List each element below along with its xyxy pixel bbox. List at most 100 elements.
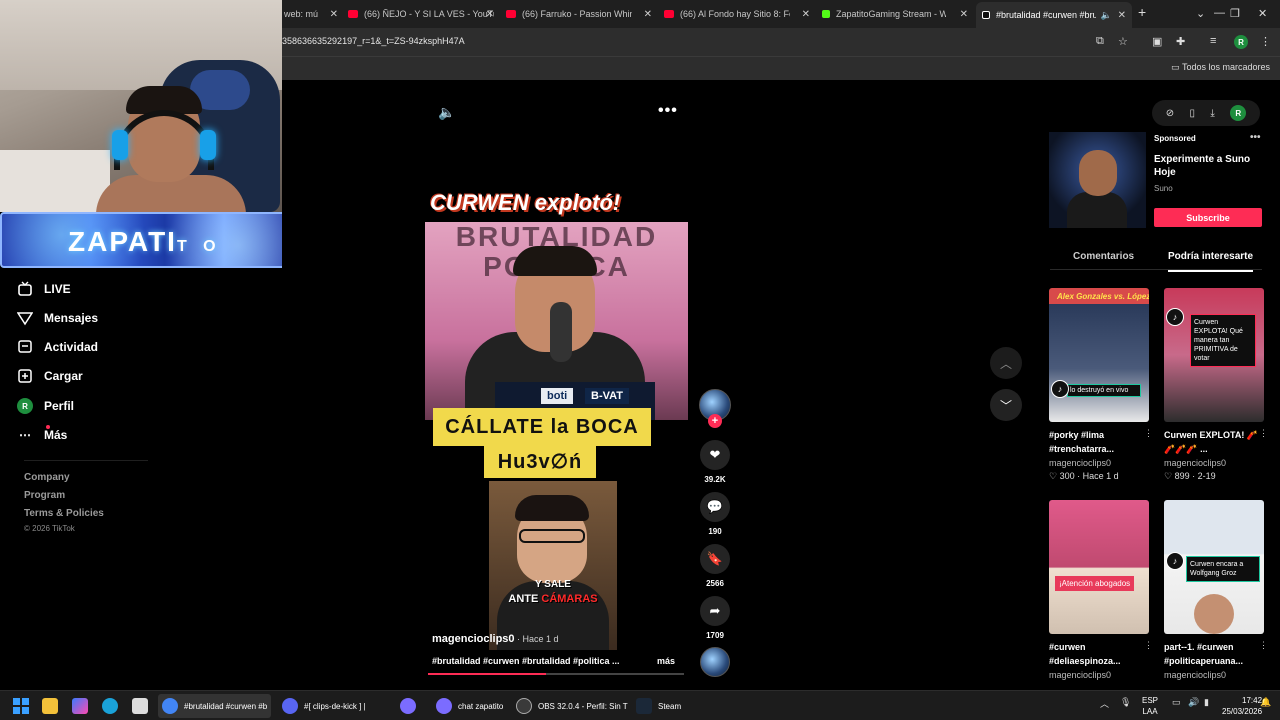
video-options-icon[interactable]: ••• — [658, 102, 678, 120]
sidebar-item-live[interactable]: LIVE — [16, 277, 246, 301]
taskbar-label: OBS 32.0.4 - Perfil: Sin T — [538, 701, 628, 711]
tray-overflow-icon[interactable]: ︿ — [1100, 697, 1109, 710]
close-icon[interactable]: ✕ — [1118, 10, 1126, 21]
notifications-icon[interactable]: 🔔 — [1260, 697, 1271, 708]
previous-video-button[interactable]: ︿ — [990, 347, 1022, 379]
store-icon[interactable] — [132, 697, 154, 715]
ad-thumbnail[interactable] — [1049, 132, 1146, 228]
more-icon: ⋯ — [16, 425, 50, 444]
volume-icon[interactable]: 🔈 — [438, 104, 455, 121]
profile-icon: R — [16, 397, 34, 415]
footer-link-terms[interactable]: Terms & Policies — [24, 508, 104, 519]
extensions-icon[interactable]: ✚ — [1176, 35, 1185, 48]
browser-tab-active[interactable]: #brutalidad #curwen #brut 🔈 ✕ — [976, 2, 1132, 28]
follow-plus-icon[interactable]: + — [708, 414, 722, 428]
network-icon[interactable]: ▭ — [1172, 697, 1181, 708]
share-action[interactable]: ➦ 1709 — [699, 596, 731, 640]
save-action[interactable]: 🔖 2566 — [699, 544, 731, 588]
taskbar-obs[interactable]: OBS 32.0.4 - Perfil: Sin T — [516, 697, 628, 715]
taskbar-steam[interactable]: Steam — [636, 697, 681, 715]
sidebar-item-more[interactable]: ⋯ Más — [16, 423, 246, 447]
menu-icon[interactable]: ⋮ — [1260, 35, 1271, 48]
browser-tab-5[interactable]: ZapatitoGaming Stream - Watc ✕ — [822, 4, 968, 24]
recommended-card[interactable]: Curwen encara a Wolfgang Groz ♪ part--1.… — [1164, 500, 1268, 680]
recommended-card[interactable]: Curwen EXPLOTA! Qué manera tan PRIMITIVA… — [1164, 288, 1268, 482]
glasses-icon — [519, 529, 585, 543]
all-bookmarks[interactable]: ▭ Todos los marcadores — [1171, 62, 1270, 73]
card-options-icon[interactable]: ⋮ — [1144, 428, 1153, 439]
close-icon[interactable]: ✕ — [486, 9, 494, 20]
profile-avatar[interactable]: R — [1230, 105, 1247, 121]
star-icon[interactable]: ☆ — [1118, 35, 1128, 48]
copilot-icon[interactable] — [72, 697, 94, 715]
url-field[interactable]: 358636635292197_r=1&_t=ZS-94zksphH47A — [282, 36, 465, 46]
sidebar-item-activity[interactable]: Actividad — [16, 335, 246, 359]
wallet-icon[interactable]: ▣ — [1152, 35, 1162, 48]
share-icon[interactable]: ➦ — [700, 596, 730, 626]
browser-tab-4[interactable]: (66) Al Fondo hay Sitio 8: Ferna ✕ — [664, 4, 810, 24]
ad-title[interactable]: Experimente a Suno Hoje — [1154, 153, 1254, 179]
window-close-icon[interactable]: ✕ — [1258, 7, 1267, 20]
like-action[interactable]: ❤ 39.2K — [699, 440, 731, 484]
card-options-icon[interactable]: ⋮ — [1259, 640, 1268, 651]
close-icon[interactable]: ✕ — [802, 9, 810, 20]
mic-icon[interactable]: 🎙 — [1120, 697, 1131, 708]
browser-tab-3[interactable]: (66) Farruko - Passion Whine ft. ✕ — [506, 4, 652, 24]
taskbar-chat[interactable]: chat zapatito — [436, 697, 503, 715]
sidebar-item-upload[interactable]: Cargar — [16, 364, 246, 388]
download-icon[interactable]: ⤓ — [1210, 108, 1214, 119]
video-caption[interactable]: #brutalidad #curwen #brutalidad #politic… — [432, 656, 632, 666]
recommended-card[interactable]: Alex Gonzales vs. López lo destruyó en v… — [1049, 288, 1153, 482]
maximize-icon[interactable]: ❐ — [1230, 7, 1240, 20]
taskbar-chrome[interactable]: #brutalidad #curwen #b — [158, 694, 272, 718]
video-progress-bar[interactable] — [428, 673, 684, 675]
windows-icon — [13, 698, 29, 714]
tab-search-icon[interactable]: ⌄ — [1196, 7, 1205, 20]
comment-action[interactable]: 💬 190 — [699, 492, 731, 536]
card-options-icon[interactable]: ⋮ — [1144, 640, 1153, 651]
cast-icon[interactable]: ⧉ — [1096, 35, 1104, 48]
taskbar-discord[interactable]: #[ clips-de-kick ] | — [282, 697, 366, 715]
close-icon[interactable]: ✕ — [330, 9, 338, 20]
subscribe-button[interactable]: Subscribe — [1154, 208, 1262, 227]
volume-tray-icon[interactable]: 🔊 — [1188, 697, 1199, 708]
taskbar-app[interactable] — [400, 697, 422, 715]
next-video-button[interactable]: ﹀ — [990, 389, 1022, 421]
close-icon[interactable]: ✕ — [960, 9, 968, 20]
edge-icon[interactable] — [102, 697, 124, 715]
bookmark-icon[interactable]: 🔖 — [700, 544, 730, 574]
more-button[interactable]: más — [657, 656, 675, 666]
heart-icon[interactable]: ❤ — [700, 440, 730, 470]
sidebar-item-messages[interactable]: Mensajes — [16, 306, 246, 330]
compass-icon[interactable]: ⊘ — [1166, 108, 1174, 119]
battery-icon[interactable]: ▮ — [1204, 697, 1209, 708]
comment-icon[interactable]: 💬 — [700, 492, 730, 522]
minimize-icon[interactable]: — — [1214, 7, 1225, 19]
profile-avatar[interactable]: R — [1234, 35, 1248, 49]
ad-options-icon[interactable]: ••• — [1250, 132, 1261, 143]
start-button[interactable] — [12, 697, 30, 715]
footer-link-company[interactable]: Company — [24, 472, 70, 483]
browser-tab-1[interactable]: web: mú ✕ — [284, 4, 338, 24]
new-tab-button[interactable]: + — [1138, 4, 1146, 20]
tab-recommended[interactable]: Podría interesarte — [1168, 251, 1254, 272]
tab-comments[interactable]: Comentarios — [1073, 251, 1134, 262]
clock[interactable]: 17:42 25/03/2026 — [1222, 695, 1262, 717]
close-icon[interactable]: ✕ — [644, 9, 652, 20]
caption-part-red: CÁMARAS — [541, 593, 598, 605]
video-author[interactable]: magencioclips0 · Hace 1 d — [432, 633, 559, 645]
browser-tab-2[interactable]: (66) ÑEJO - Y SI LA VES - YouTube ✕ — [348, 4, 494, 24]
recommended-card[interactable]: ¡Atención abogados #curwen #deliaespinoz… — [1049, 500, 1153, 680]
media-icon[interactable]: ≡ — [1210, 35, 1216, 47]
footer-link-program[interactable]: Program — [24, 490, 65, 501]
language-indicator[interactable]: ESP LAA — [1142, 695, 1158, 717]
chevron-down-icon: ﹀ — [999, 398, 1012, 413]
ad-person-head — [1079, 150, 1117, 196]
speaker-icon[interactable]: 🔈 — [1101, 10, 1112, 21]
phone-icon[interactable]: ▯ — [1190, 108, 1196, 119]
card-options-icon[interactable]: ⋮ — [1259, 428, 1268, 439]
music-disc[interactable] — [699, 647, 731, 677]
card-thumbnail: Curwen encara a Wolfgang Groz ♪ — [1164, 500, 1264, 634]
sidebar-item-profile[interactable]: R Perfil — [16, 394, 246, 418]
file-explorer-icon[interactable] — [42, 697, 64, 715]
